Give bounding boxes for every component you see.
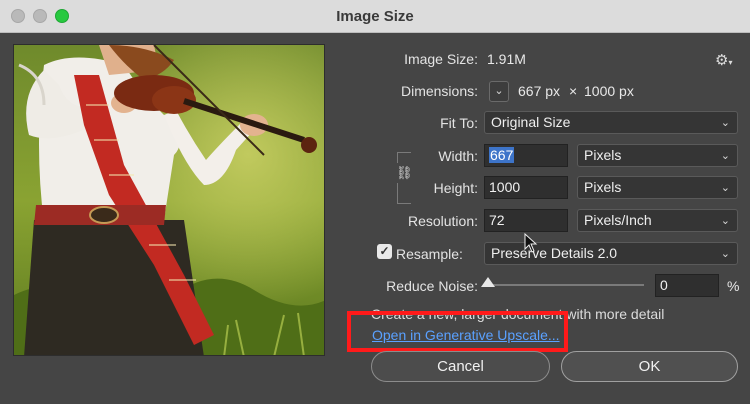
chevron-down-icon: ⌄ [494,85,504,97]
reduce-noise-unit: % [727,278,740,294]
reduce-noise-slider-thumb[interactable] [481,277,495,287]
height-label: Height: [433,180,478,196]
width-input[interactable]: 667 [484,144,568,167]
dimensions-label: Dimensions: [400,83,478,99]
width-unit-dropdown[interactable]: Pixels ⌄ [577,144,738,167]
resolution-unit-selected: Pixels/Inch [584,212,652,228]
resolution-unit-dropdown[interactable]: Pixels/Inch ⌄ [577,209,738,232]
reduce-noise-slider-track[interactable] [486,284,644,286]
title-bar: Image Size [0,0,750,33]
resample-label: Resample: [396,246,463,262]
chevron-down-icon: ⌄ [720,182,730,194]
dimensions-units-dropdown[interactable]: ⌄ [489,81,509,102]
resample-selected: Preserve Details 2.0 [491,245,618,261]
window-title: Image Size [336,8,414,25]
dimensions-width-value: 667 px [518,83,561,99]
chevron-down-icon: ⌄ [720,150,730,162]
dimensions-times: × [569,83,578,99]
highlight-box [347,311,568,352]
width-unit-selected: Pixels [584,147,622,163]
image-size-dialog: Image Size: 1.91M ⚙▾ Dimensions: ⌄ 667 p… [0,33,750,404]
checkmark-icon: ✓ [379,244,390,258]
gear-icon[interactable]: ⚙▾ [715,51,732,69]
reduce-noise-value: 0 [660,277,668,293]
image-size-label: Image Size: [404,51,478,67]
height-unit-selected: Pixels [584,179,622,195]
dimensions-height-value: 1000 px [584,83,634,99]
reduce-noise-label: Reduce Noise: [386,278,478,294]
fit-to-label: Fit To: [440,115,478,131]
resample-dropdown[interactable]: Preserve Details 2.0 ⌄ [484,242,738,265]
chevron-down-icon: ⌄ [720,248,730,260]
resolution-input[interactable]: 72 [484,209,568,232]
height-input-value: 1000 [489,179,521,195]
chevron-down-icon: ⌄ [720,215,730,227]
image-size-value: 1.91M [487,51,526,67]
resample-checkbox[interactable]: ✓ [377,244,392,259]
chevron-down-icon: ⌄ [720,117,730,129]
width-label: Width: [438,148,478,164]
fit-to-selected: Original Size [491,114,571,130]
resolution-input-value: 72 [489,212,505,228]
violinist-photo [14,45,324,355]
ok-button[interactable]: OK [561,351,738,382]
height-unit-dropdown[interactable]: Pixels ⌄ [577,176,738,199]
cancel-button[interactable]: Cancel [371,351,550,382]
image-preview [13,44,325,356]
mouse-cursor-icon [524,233,538,253]
resolution-label: Resolution: [407,213,478,229]
fit-to-dropdown[interactable]: Original Size ⌄ [484,111,738,134]
height-input[interactable]: 1000 [484,176,568,199]
reduce-noise-input[interactable]: 0 [655,274,719,297]
width-input-value: 667 [489,147,515,163]
